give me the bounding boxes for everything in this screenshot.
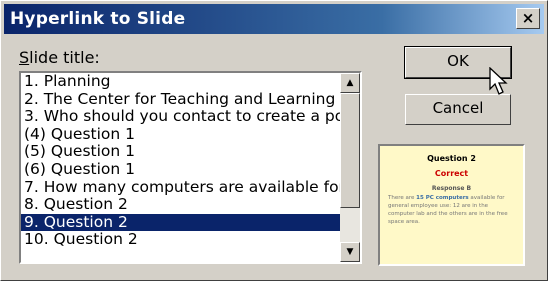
slide-listbox[interactable]: 1. Planning 2. The Center for Teaching an…: [19, 71, 362, 264]
preview-response: Response B: [431, 185, 472, 192]
slide-list: 1. Planning 2. The Center for Teaching an…: [21, 73, 340, 262]
preview-body-highlight: 15 PC computers: [416, 195, 469, 201]
scroll-down-button[interactable]: ▼: [340, 242, 360, 262]
slide-list-item[interactable]: 2. The Center for Teaching and Learning: [21, 91, 340, 109]
title-bar[interactable]: Hyperlink to Slide ×: [4, 4, 544, 34]
listbox-scrollbar[interactable]: ▲ ▼: [340, 73, 360, 262]
slide-list-item[interactable]: (4) Question 1: [21, 126, 340, 144]
preview-body-pre: There are: [388, 195, 417, 201]
slide-list-item[interactable]: 9. Question 2: [21, 213, 340, 232]
slide-list-item[interactable]: (5) Question 1: [21, 143, 340, 161]
slide-list-item[interactable]: 10. Question 2: [21, 231, 340, 249]
scroll-thumb[interactable]: [340, 93, 360, 208]
slide-title-accel: S: [19, 48, 30, 67]
mouse-pointer-icon: [489, 67, 508, 95]
dialog-title: Hyperlink to Slide: [10, 9, 186, 29]
close-icon: ×: [521, 9, 535, 27]
slide-list-item[interactable]: 7. How many computers are available for …: [21, 179, 340, 197]
scroll-up-button[interactable]: ▲: [340, 73, 360, 93]
cancel-button[interactable]: Cancel: [405, 94, 511, 125]
slide-title-label-text: lide title:: [29, 48, 100, 67]
slide-list-item[interactable]: 1. Planning: [21, 73, 340, 91]
arrow-down-icon: ▼: [346, 247, 354, 257]
slide-title-label: Slide title:: [19, 48, 100, 67]
slide-preview: Question 2 Correct Response B There are …: [378, 144, 525, 266]
slide-list-item[interactable]: (6) Question 1: [21, 161, 340, 179]
preview-body: There are 15 PC computers available for …: [388, 194, 515, 226]
preview-status: Correct: [434, 169, 469, 178]
hyperlink-dialog: Hyperlink to Slide × Slide title: 1. Pla…: [0, 0, 548, 281]
close-button[interactable]: ×: [516, 8, 540, 29]
slide-list-item[interactable]: 8. Question 2: [21, 196, 340, 214]
arrow-up-icon: ▲: [346, 78, 354, 88]
slide-list-item[interactable]: 3. Who should you contact to create a po…: [21, 108, 340, 126]
preview-title: Question 2: [427, 154, 476, 163]
